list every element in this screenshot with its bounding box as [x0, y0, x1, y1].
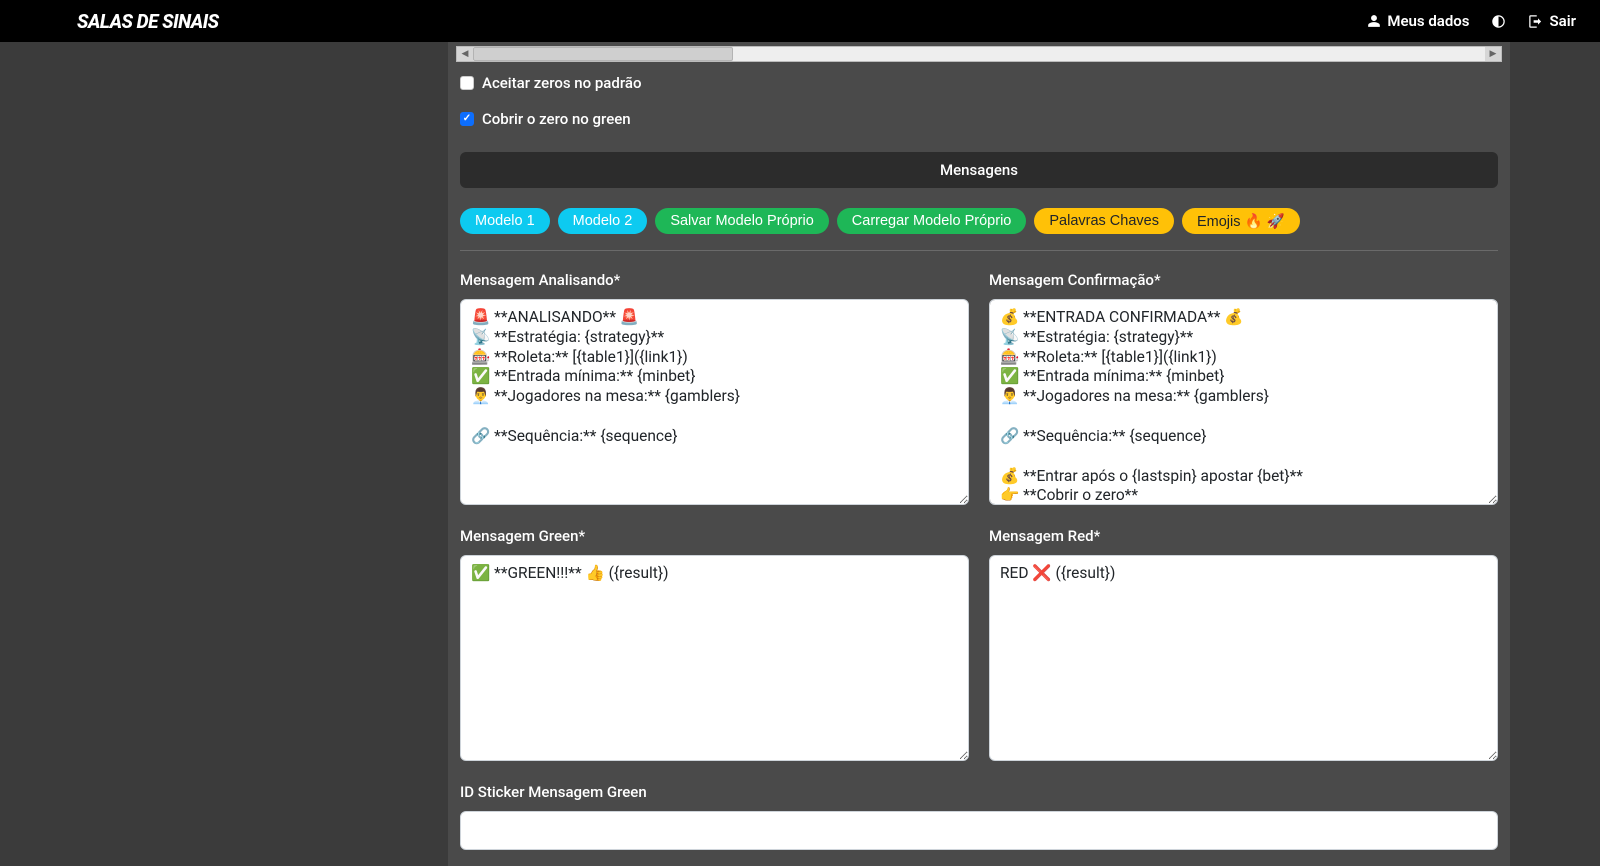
left-gutter — [0, 42, 90, 866]
palavras-chaves-button[interactable]: Palavras Chaves — [1034, 208, 1174, 234]
sair-label: Sair — [1549, 12, 1576, 30]
aceitar-zeros-label: Aceitar zeros no padrão — [482, 74, 641, 92]
mensagem-red-input[interactable] — [989, 555, 1498, 761]
carregar-modelo-button[interactable]: Carregar Modelo Próprio — [837, 208, 1027, 234]
mensagens-section-title: Mensagens — [460, 152, 1498, 188]
mensagem-green-label: Mensagem Green* — [460, 527, 969, 545]
scroll-thumb[interactable] — [473, 47, 733, 61]
topbar-right: Meus dados Sair — [1367, 12, 1576, 30]
salvar-modelo-button[interactable]: Salvar Modelo Próprio — [655, 208, 828, 234]
mensagem-analisando-input[interactable] — [460, 299, 969, 505]
contrast-icon — [1491, 14, 1506, 29]
cobrir-zero-row: Cobrir o zero no green — [460, 110, 1502, 128]
aceitar-zeros-row: Aceitar zeros no padrão — [460, 74, 1502, 92]
mensagem-analisando-label: Mensagem Analisando* — [460, 271, 969, 289]
cobrir-zero-checkbox[interactable] — [460, 112, 474, 126]
mensagem-green-field: Mensagem Green* — [460, 527, 969, 765]
modelo1-button[interactable]: Modelo 1 — [460, 208, 550, 234]
user-icon — [1367, 14, 1381, 28]
main-panel: ◀ ▶ Aceitar zeros no padrão Cobrir o zer… — [448, 42, 1510, 866]
mensagem-confirmacao-input[interactable] — [989, 299, 1498, 505]
sticker-green-label: ID Sticker Mensagem Green — [460, 783, 1498, 801]
mensagem-red-label: Mensagem Red* — [989, 527, 1498, 545]
mensagem-analisando-field: Mensagem Analisando* — [460, 271, 969, 509]
brand-title: SALAS DE SINAIS — [77, 10, 219, 33]
modelo2-button[interactable]: Modelo 2 — [558, 208, 648, 234]
scroll-right-arrow[interactable]: ▶ — [1485, 47, 1501, 61]
topbar: SALAS DE SINAIS Meus dados Sair — [0, 0, 1600, 42]
sair-link[interactable]: Sair — [1528, 12, 1576, 30]
mensagem-red-field: Mensagem Red* — [989, 527, 1498, 765]
sticker-green-input[interactable] — [460, 811, 1498, 850]
scroll-left-arrow[interactable]: ◀ — [457, 47, 473, 61]
dark-mode-toggle[interactable] — [1491, 14, 1506, 29]
aceitar-zeros-checkbox[interactable] — [460, 76, 474, 90]
meus-dados-link[interactable]: Meus dados — [1367, 12, 1469, 30]
meus-dados-label: Meus dados — [1387, 12, 1469, 30]
pill-row: Modelo 1 Modelo 2 Salvar Modelo Próprio … — [460, 208, 1502, 234]
divider — [460, 250, 1498, 251]
horizontal-scrollbar[interactable]: ◀ ▶ — [456, 46, 1502, 62]
mensagem-confirmacao-label: Mensagem Confirmação* — [989, 271, 1498, 289]
cobrir-zero-label: Cobrir o zero no green — [482, 110, 631, 128]
emojis-button[interactable]: Emojis 🔥 🚀 — [1182, 208, 1300, 234]
mensagem-green-input[interactable] — [460, 555, 969, 761]
sticker-green-field: ID Sticker Mensagem Green — [460, 783, 1498, 850]
sign-out-icon — [1528, 14, 1543, 29]
mensagem-confirmacao-field: Mensagem Confirmação* — [989, 271, 1498, 509]
